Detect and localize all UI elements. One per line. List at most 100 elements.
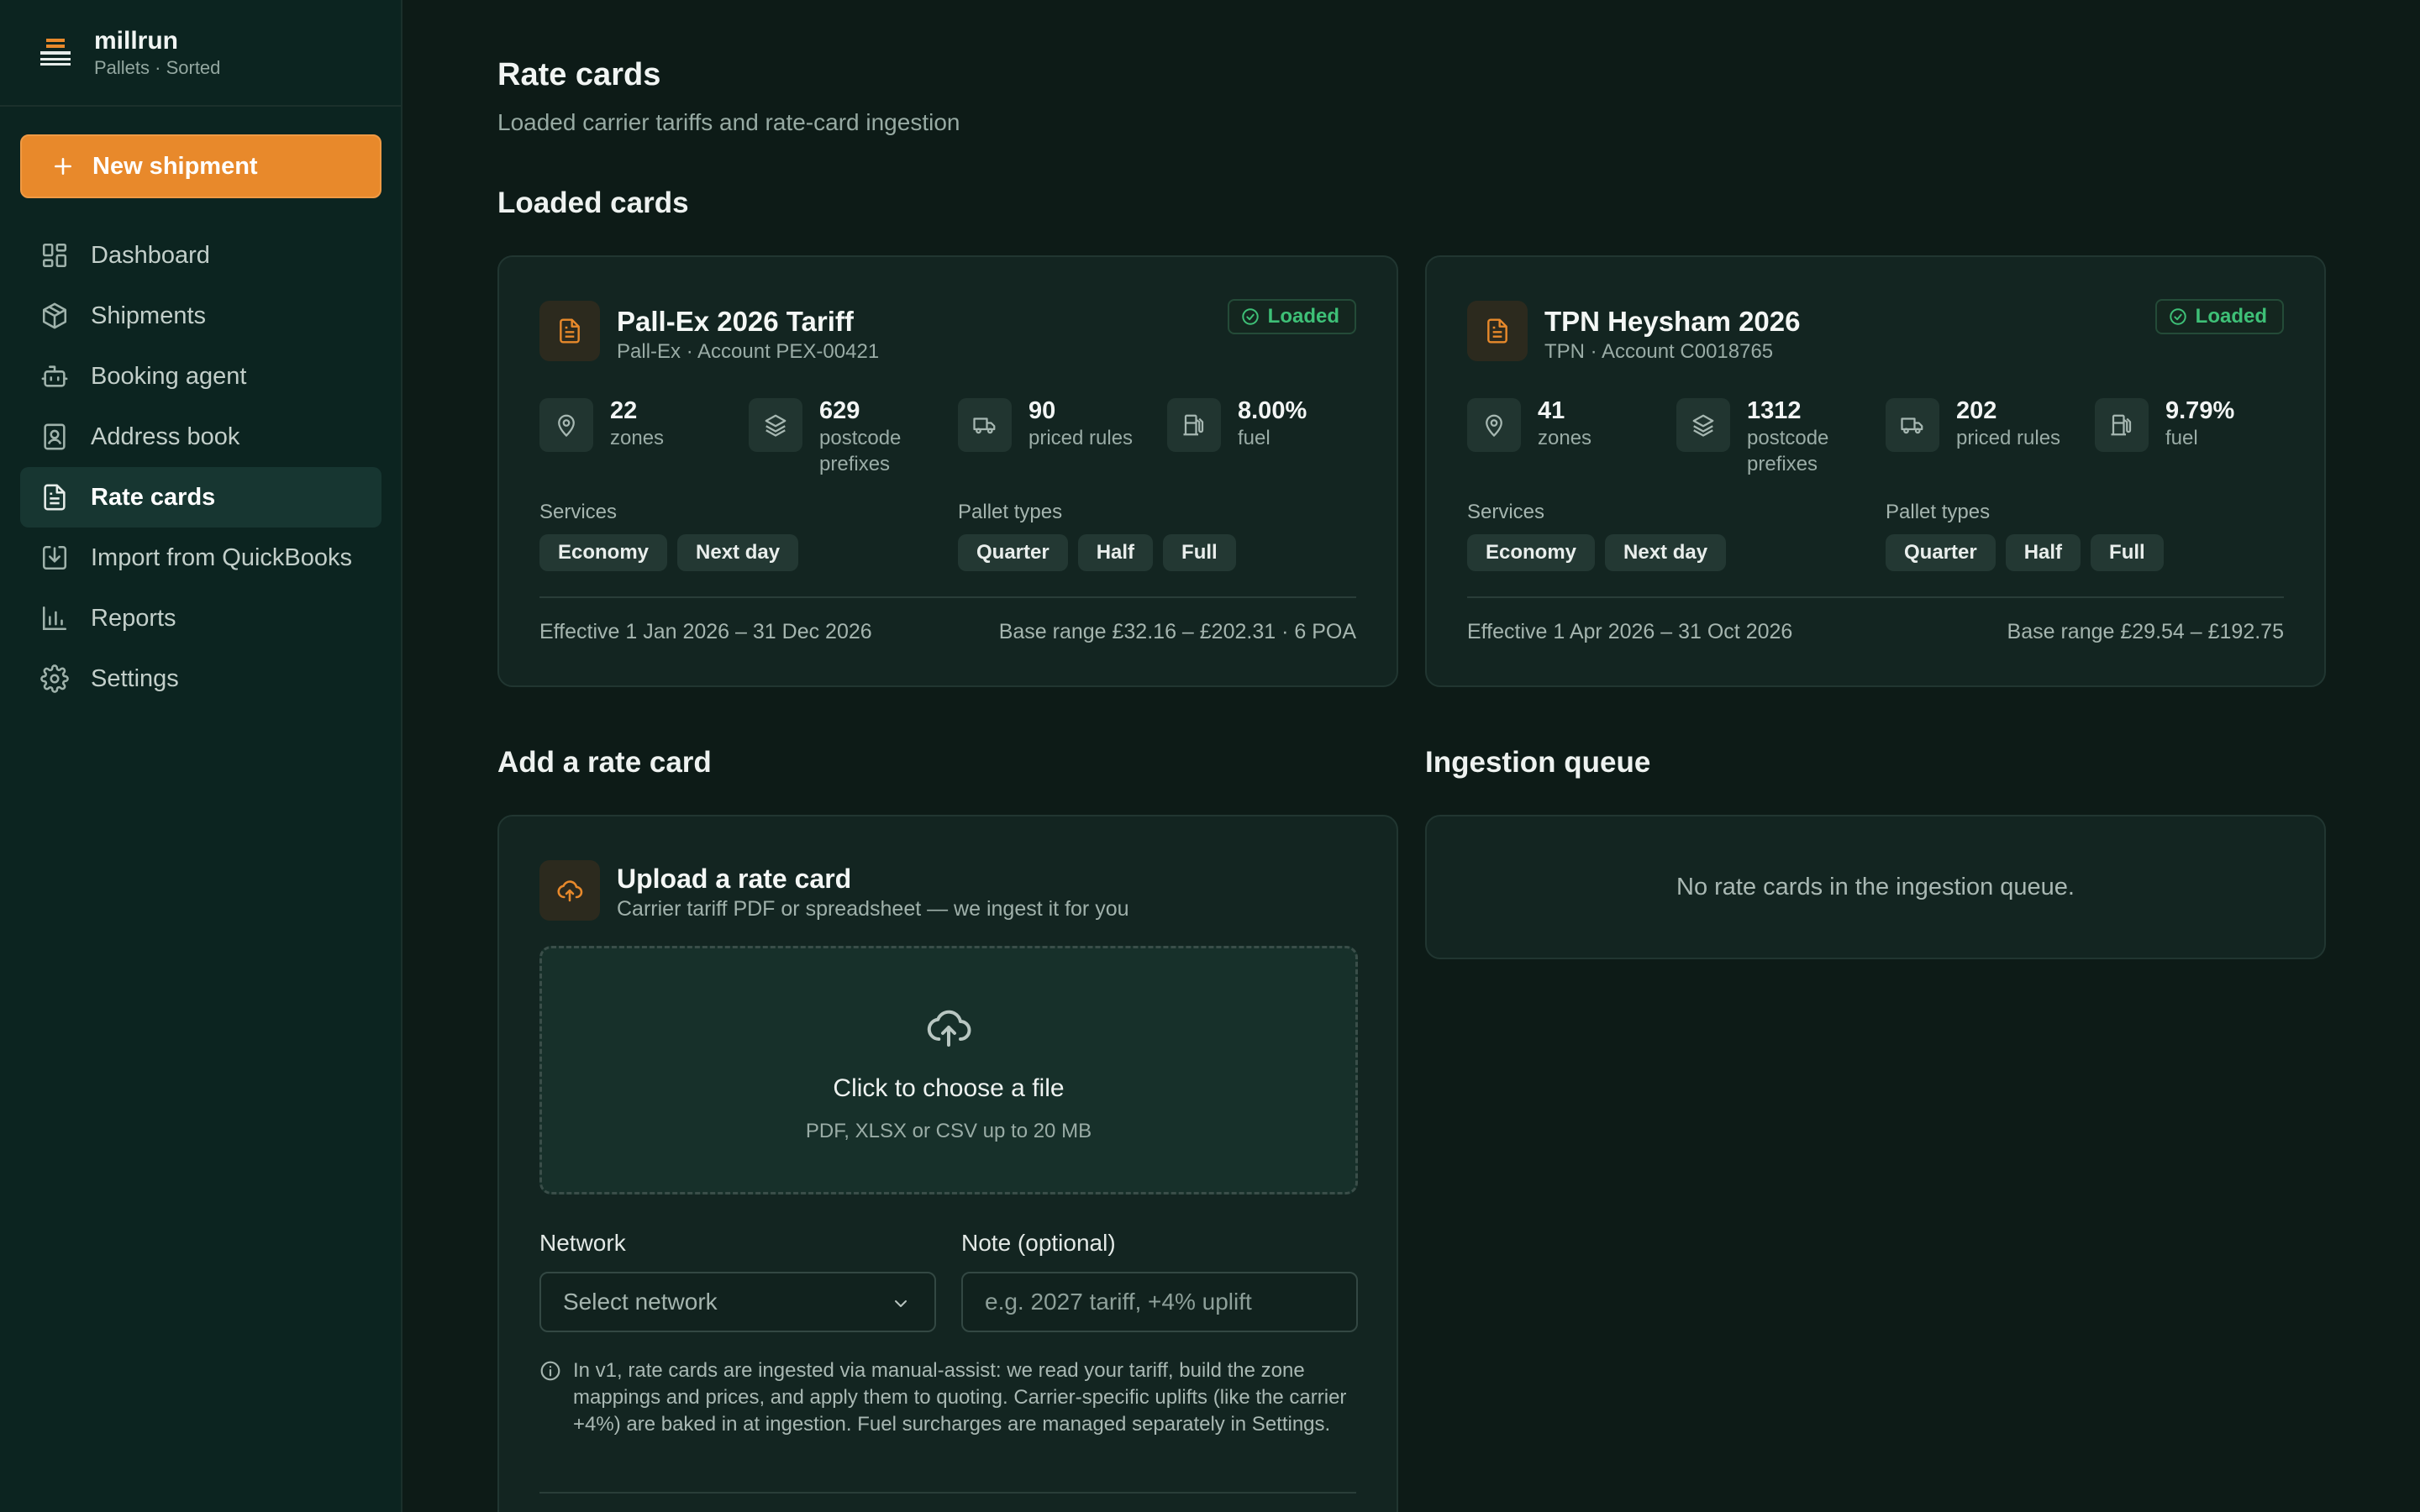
page-subtitle: Loaded carrier tariffs and rate-card ing… (497, 109, 960, 135)
contact-icon (44, 423, 66, 450)
sidebar-item-settings[interactable]: Settings (20, 648, 381, 709)
brand-name: millrun (94, 26, 179, 55)
effective-dates: Effective 1 Jan 2026 – 31 Dec 2026 (539, 620, 872, 643)
page-title: Rate cards (497, 57, 661, 92)
stat-fuel: 8.00% fuel (1167, 397, 1307, 452)
rate-card-stats: 41 zones 1312 postcode prefixes 202 priced … (1467, 397, 2287, 482)
rate-card-name: Pall-Ex 2026 Tariff (617, 306, 854, 337)
layers-icon (749, 398, 802, 452)
rate-card-account: TPN · Account C0018765 (1544, 340, 1774, 363)
services-chips: Economy Next day (539, 534, 799, 571)
upload-subtitle: Carrier tariff PDF or spreadsheet — we i… (617, 897, 1129, 921)
map-pin-icon (1467, 398, 1521, 452)
gear-icon (40, 664, 69, 693)
stat-value: 1312 (1747, 397, 1802, 424)
stat-label: postcode prefixes (819, 427, 902, 475)
network-select-value: Select network (563, 1289, 718, 1315)
file-text-icon (539, 301, 600, 361)
stat-zones: 22 zones (539, 397, 665, 452)
pallet-chip-half: Half (2005, 534, 2081, 571)
sidebar-item-rate-cards[interactable]: Rate cards (20, 467, 381, 528)
effective-dates: Effective 1 Apr 2026 – 31 Oct 2026 (1467, 620, 1793, 643)
sidebar-item-reports[interactable]: Reports (20, 588, 381, 648)
dropzone-hint: PDF, XLSX or CSV up to 20 MB (805, 1120, 1092, 1142)
service-chip-economy: Economy (1467, 534, 1596, 571)
sidebar-item-booking-agent[interactable]: Booking agent (20, 346, 381, 407)
loaded-cards-heading: Loaded cards (497, 186, 689, 219)
fuel-pump-icon (2095, 398, 2149, 452)
new-shipment-label: New shipment (92, 152, 258, 180)
rate-card-footer: Effective 1 Jan 2026 – 31 Dec 2026 Base … (539, 620, 1356, 644)
add-rate-card-heading: Add a rate card (497, 746, 712, 779)
services-label: Services (1467, 501, 1545, 523)
rate-card-stats: 22 zones 629 postcode prefixes 90 priced ru… (539, 397, 1360, 482)
network-select[interactable]: Select network (539, 1272, 936, 1332)
base-range: Base range £32.16 – £202.31 · 6 POA (998, 620, 1356, 643)
stat-value: 9.79% (2165, 397, 2235, 424)
upload-rate-card-panel: Upload a rate card Carrier tariff PDF or… (497, 815, 1398, 1512)
stat-value: 90 (1028, 397, 1056, 424)
rate-card-name: TPN Heysham 2026 (1544, 306, 1801, 337)
note-field[interactable] (961, 1272, 1358, 1332)
plus-icon (55, 158, 71, 175)
dropzone-title: Click to choose a file (833, 1074, 1065, 1102)
pallet-chips: Quarter Half Full (958, 534, 1236, 571)
info-text: In v1, rate cards are ingested via manua… (573, 1359, 1347, 1436)
info-icon (540, 1361, 560, 1381)
map-pin-icon (539, 398, 593, 452)
stat-value: 202 (1956, 397, 1997, 424)
sidebar-item-dashboard[interactable]: Dashboard (20, 225, 381, 286)
bar-chart-icon (42, 606, 67, 631)
pallet-chips: Quarter Half Full (1886, 534, 2164, 571)
cloud-upload-icon (927, 1010, 971, 1047)
stat-postcode-prefixes: 629 postcode prefixes (749, 397, 934, 477)
pallet-types-label: Pallet types (1886, 501, 1991, 523)
stat-zones: 41 zones (1467, 397, 1591, 452)
stat-value: 41 (1538, 397, 1565, 424)
grid-icon (42, 243, 67, 268)
sidebar-item-import-quickbooks[interactable]: Import from QuickBooks (20, 528, 381, 588)
rate-card-tpn[interactable]: TPN Heysham 2026 TPN · Account C0018765 … (1425, 255, 2326, 687)
service-chip-economy: Economy (539, 534, 668, 571)
sidebar-nav: Dashboard Shipments Booking agent Addres… (20, 225, 381, 709)
divider (539, 1492, 1356, 1494)
truck-icon (958, 398, 1012, 452)
info-note: In v1, rate cards are ingested via manua… (539, 1357, 1363, 1438)
stat-value: 22 (610, 397, 638, 424)
upload-title: Upload a rate card (617, 864, 852, 894)
sidebar-item-label: Reports (91, 604, 176, 632)
pallet-types-label: Pallet types (958, 501, 1063, 523)
stat-postcode-prefixes: 1312 postcode prefixes (1676, 397, 1861, 477)
file-dropzone[interactable]: Click to choose a file PDF, XLSX or CSV … (539, 946, 1358, 1194)
truck-icon (1886, 398, 1939, 452)
rate-card-pallex[interactable]: Pall-Ex 2026 Tariff Pall-Ex · Account PE… (497, 255, 1398, 687)
sidebar-item-shipments[interactable]: Shipments (20, 286, 381, 346)
note-input[interactable] (985, 1289, 1334, 1315)
status-badge: Loaded (1227, 299, 1356, 334)
service-chip-next-day: Next day (1605, 534, 1727, 571)
divider (1467, 596, 2284, 598)
check-circle-icon (1241, 308, 1259, 325)
pallet-logo-icon (40, 38, 71, 66)
status-label: Loaded (2195, 305, 2267, 328)
service-chip-next-day: Next day (677, 534, 799, 571)
sidebar-item-address-book[interactable]: Address book (20, 407, 381, 467)
pallet-chip-full: Full (1163, 534, 1236, 571)
sidebar-item-label: Dashboard (91, 241, 210, 269)
robot-icon (41, 365, 68, 387)
stat-value: 629 (819, 397, 860, 424)
sidebar-item-label: Settings (91, 664, 179, 692)
layers-icon (1676, 398, 1730, 452)
stat-fuel: 9.79% fuel (2095, 397, 2235, 452)
stat-priced-rules: 202 priced rules (1886, 397, 2060, 452)
sidebar: millrun Pallets · Sorted New shipment Da… (0, 0, 402, 1512)
rate-card-account: Pall-Ex · Account PEX-00421 (617, 340, 880, 363)
stat-label: postcode prefixes (1747, 427, 1829, 475)
new-shipment-button[interactable]: New shipment (20, 134, 381, 198)
stat-label: fuel (1238, 427, 1270, 449)
brand[interactable]: millrun Pallets · Sorted (0, 0, 401, 107)
divider (539, 596, 1356, 598)
sidebar-item-label: Rate cards (91, 483, 216, 511)
sidebar-item-label: Shipments (91, 302, 207, 329)
stat-label: zones (610, 427, 665, 449)
